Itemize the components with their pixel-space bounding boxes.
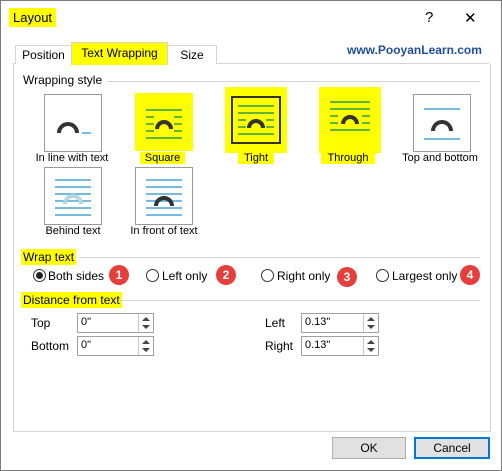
square-wrap-label[interactable]: Square — [140, 152, 185, 164]
cancel-button[interactable]: Cancel — [414, 437, 490, 459]
tight-wrap-label[interactable]: Tight — [238, 152, 274, 164]
right-distance-label: Right — [265, 339, 294, 353]
left-distance-label: Left — [265, 316, 286, 330]
distance-heading: Distance from text — [21, 292, 122, 308]
behind-text-label[interactable]: Behind text — [42, 225, 104, 237]
bottom-label: Bottom — [31, 339, 70, 353]
both-sides-label[interactable]: Both sides — [48, 269, 104, 283]
bottom-spinner[interactable]: 0" — [77, 336, 154, 356]
bottom-value[interactable]: 0" — [81, 339, 91, 351]
tab-position[interactable]: Position — [15, 45, 72, 64]
spinner-arrows[interactable] — [138, 314, 153, 332]
down-arrow-icon[interactable] — [367, 325, 375, 329]
title-bar: Layout ? ✕ — [1, 1, 501, 37]
spinner-arrows[interactable] — [363, 337, 378, 355]
spinner-arrows[interactable] — [363, 314, 378, 332]
layout-dialog: Layout ? ✕ Position Text Wrapping Size w… — [0, 0, 502, 471]
help-icon[interactable]: ? — [425, 9, 433, 26]
badge-1: 1 — [109, 265, 129, 285]
close-icon[interactable]: ✕ — [464, 9, 477, 27]
in-front-text-label[interactable]: In front of text — [125, 225, 203, 237]
largest-only-label[interactable]: Largest only — [392, 269, 457, 283]
right-only-label[interactable]: Right only — [277, 269, 330, 283]
largest-only-radio[interactable] — [376, 269, 389, 282]
group-divider — [107, 81, 480, 82]
badge-3: 3 — [337, 267, 357, 287]
inline-wrap-label[interactable]: In line with text — [31, 152, 113, 164]
right-only-radio[interactable] — [261, 269, 274, 282]
left-value[interactable]: 0.13" — [305, 316, 330, 328]
badge-4: 4 — [460, 265, 480, 285]
dialog-title: Layout — [9, 8, 57, 27]
down-arrow-icon[interactable] — [367, 348, 375, 352]
down-arrow-icon[interactable] — [142, 348, 150, 352]
badge-2: 2 — [216, 265, 236, 285]
left-only-label[interactable]: Left only — [162, 269, 207, 283]
up-arrow-icon[interactable] — [367, 317, 375, 321]
left-only-radio[interactable] — [146, 269, 159, 282]
through-wrap-label[interactable]: Through — [321, 152, 375, 164]
both-sides-radio[interactable] — [33, 269, 46, 282]
in-front-text-icon[interactable] — [135, 167, 193, 225]
through-wrap-icon[interactable] — [319, 87, 381, 153]
top-bottom-wrap-icon[interactable] — [413, 94, 471, 152]
top-value[interactable]: 0" — [81, 316, 91, 328]
watermark-text: www.PooyanLearn.com — [347, 43, 482, 57]
behind-text-icon[interactable] — [44, 167, 102, 225]
down-arrow-icon[interactable] — [142, 325, 150, 329]
spinner-arrows[interactable] — [138, 337, 153, 355]
ok-button[interactable]: OK — [332, 437, 406, 459]
tab-text-wrapping[interactable]: Text Wrapping — [71, 42, 168, 65]
up-arrow-icon[interactable] — [367, 340, 375, 344]
wrapping-style-heading: Wrapping style — [23, 73, 103, 87]
right-spinner[interactable]: 0.13" — [301, 336, 379, 356]
inline-wrap-icon[interactable] — [44, 94, 102, 152]
group-divider — [119, 300, 480, 301]
tight-wrap-icon[interactable] — [225, 87, 287, 153]
right-value[interactable]: 0.13" — [305, 339, 330, 351]
top-spinner[interactable]: 0" — [77, 313, 154, 333]
tab-size[interactable]: Size — [167, 45, 217, 64]
square-wrap-icon[interactable] — [135, 93, 193, 151]
up-arrow-icon[interactable] — [142, 317, 150, 321]
top-bottom-wrap-label[interactable]: Top and bottom — [397, 152, 483, 164]
up-arrow-icon[interactable] — [142, 340, 150, 344]
wrap-text-heading: Wrap text — [21, 249, 77, 265]
left-spinner[interactable]: 0.13" — [301, 313, 379, 333]
group-divider — [79, 257, 480, 258]
top-label: Top — [31, 316, 51, 330]
